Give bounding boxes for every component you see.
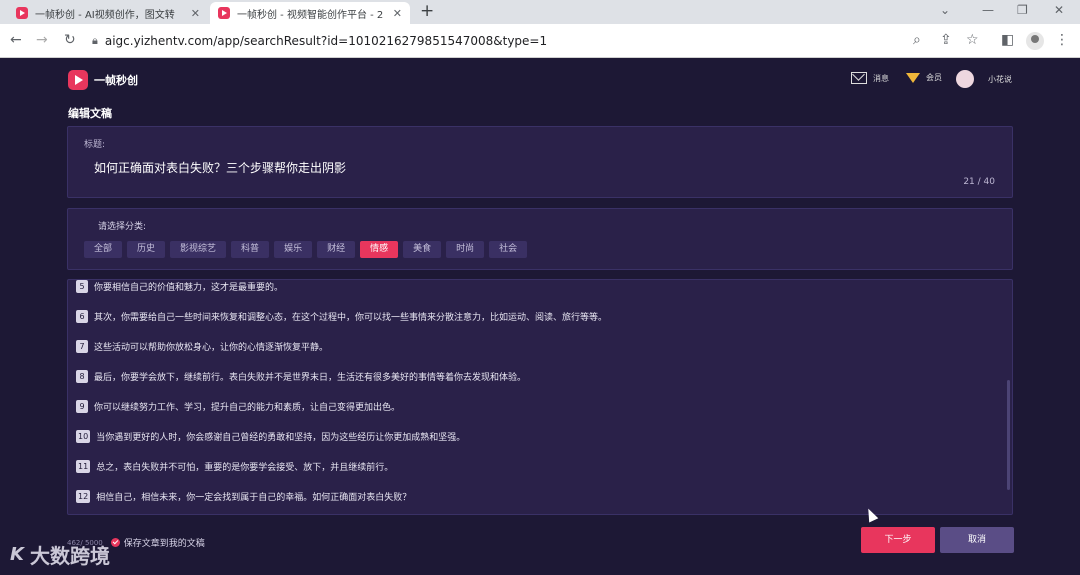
category-panel: 请选择分类: 全部 历史 影视综艺 科普 娱乐 财经 情感 美食 时尚 社会 [67, 208, 1013, 270]
script-line[interactable]: 7 这些活动可以帮助你放松身心，让你的心情逐渐恢复平静。 [76, 340, 328, 353]
vip-link[interactable]: 会员 [906, 72, 942, 83]
category-chip[interactable]: 财经 [317, 241, 356, 258]
category-chip[interactable]: 情感 [360, 241, 399, 258]
script-line[interactable]: 10 当你遇到更好的人时，你会感谢自己曾经的勇敢和坚持，因为这些经历让你更加成熟和… [76, 430, 465, 443]
menu-icon[interactable]: ⋮ [1055, 32, 1069, 48]
script-line[interactable]: 6 其次，你需要给自己一些时间来恢复和调整心态，在这个过程中，你可以找一些事情来分… [76, 310, 607, 323]
line-number: 5 [76, 280, 88, 293]
script-line[interactable]: 12 相信自己，相信未来，你一定会找到属于自己的幸福。如何正确面对表白失败？ [76, 490, 411, 503]
line-number: 9 [76, 400, 88, 413]
message-label: 消息 [873, 73, 889, 83]
title-input[interactable]: 如何正确面对表白失败？三个步骤帮你走出阴影 [94, 159, 346, 176]
user-avatar [956, 70, 974, 88]
line-number: 12 [76, 490, 91, 503]
diamond-icon [906, 72, 920, 83]
watermark: K 大数跨境 [10, 540, 110, 569]
address-bar[interactable]: 🔒︎ aigc.yizhentv.com/app/searchResult?id… [92, 29, 992, 53]
tab-search-icon[interactable]: ⌄ [940, 3, 950, 17]
tab-title: 一帧秒创 - 视频智能创作平台 - 2 [237, 9, 384, 21]
line-number: 6 [76, 310, 88, 323]
title-label: 标题: [84, 140, 106, 150]
new-tab-icon[interactable]: + [420, 1, 434, 21]
line-number: 11 [76, 460, 91, 473]
title-field[interactable]: 标题: 如何正确面对表白失败？三个步骤帮你走出阴影 21 / 40 [67, 126, 1013, 198]
browser-toolbar: ← → ↻ 🔒︎ aigc.yizhentv.com/app/searchRes… [0, 24, 1080, 58]
restore-icon[interactable]: ❐ [1017, 3, 1028, 17]
message-link[interactable]: 消息 [851, 72, 889, 84]
category-chip[interactable]: 历史 [127, 241, 166, 258]
back-icon[interactable]: ← [10, 32, 22, 48]
user-name: 小花说 [988, 74, 1012, 84]
line-text[interactable]: 这些活动可以帮助你放松身心，让你的心情逐渐恢复平静。 [94, 340, 328, 353]
script-editor[interactable]: 5 你要相信自己的价值和魅力，这才是最重要的。 6 其次，你需要给自己一些时间来恢复和… [67, 279, 1013, 515]
scrollbar[interactable] [1007, 380, 1010, 490]
page-title: 编辑文稿 [68, 107, 112, 120]
line-text[interactable]: 总之，表白失败并不可怕，重要的是你要学会接受、放下，并且继续前行。 [96, 460, 393, 473]
close-window-icon[interactable]: ✕ [1054, 3, 1064, 17]
brand-name: 一帧秒创 [94, 74, 138, 87]
category-chip[interactable]: 时尚 [446, 241, 485, 258]
save-to-drafts-label[interactable]: 保存文章到我的文稿 [124, 536, 205, 549]
brand-logo[interactable]: 一帧秒创 [68, 70, 138, 90]
close-tab-icon[interactable]: ✕ [393, 7, 402, 20]
site-favicon-icon [16, 7, 28, 19]
line-number: 8 [76, 370, 88, 383]
script-line[interactable]: 11 总之，表白失败并不可怕，重要的是你要学会接受、放下，并且继续前行。 [76, 460, 393, 473]
share-icon[interactable]: ⇪ [940, 32, 952, 48]
minimize-icon[interactable]: — [982, 3, 994, 17]
browser-tab-bar: 一帧秒创 - AI视频创作，图文转 ✕ 一帧秒创 - 视频智能创作平台 - 2 … [0, 0, 1080, 24]
user-menu[interactable]: 小花说 [956, 70, 1012, 88]
zoom-icon[interactable]: ⌕ [913, 32, 921, 48]
category-chip[interactable]: 美食 [403, 241, 442, 258]
reload-icon[interactable]: ↻ [64, 32, 76, 48]
line-text[interactable]: 你可以继续努力工作、学习，提升自己的能力和素质，让自己变得更加出色。 [94, 400, 400, 413]
watermark-text: 大数跨境 [29, 544, 110, 568]
line-text[interactable]: 最后，你要学会放下，继续前行。表白失败并不是世界末日，生活还有很多美好的事情等着… [94, 370, 526, 383]
script-line[interactable]: 5 你要相信自己的价值和魅力，这才是最重要的。 [76, 280, 283, 293]
next-step-button[interactable]: 下一步 [861, 527, 935, 553]
site-favicon-icon [218, 7, 230, 19]
line-number: 7 [76, 340, 88, 353]
side-panel-icon[interactable]: ◧ [1001, 32, 1014, 48]
browser-tab-2[interactable]: 一帧秒创 - 视频智能创作平台 - 2 ✕ [210, 2, 410, 24]
line-text[interactable]: 相信自己，相信未来，你一定会找到属于自己的幸福。如何正确面对表白失败？ [96, 490, 411, 503]
lock-icon: 🔒︎ [92, 34, 98, 47]
line-text[interactable]: 你要相信自己的价值和魅力，这才是最重要的。 [94, 280, 283, 293]
tab-title: 一帧秒创 - AI视频创作，图文转 [35, 9, 175, 21]
category-chip[interactable]: 影视综艺 [170, 241, 227, 258]
cancel-button[interactable]: 取消 [940, 527, 1014, 553]
vip-label: 会员 [926, 73, 942, 82]
logo-icon [68, 70, 88, 90]
line-text[interactable]: 其次，你需要给自己一些时间来恢复和调整心态，在这个过程中，你可以找一些事情来分散… [94, 310, 607, 323]
line-text[interactable]: 当你遇到更好的人时，你会感谢自己曾经的勇敢和坚持，因为这些经历让你更加成熟和坚强… [96, 430, 465, 443]
mail-icon [851, 72, 867, 84]
url-text: aigc.yizhentv.com/app/searchResult?id=10… [104, 34, 548, 48]
category-label: 请选择分类: [98, 222, 147, 232]
script-line[interactable]: 9 你可以继续努力工作、学习，提升自己的能力和素质，让自己变得更加出色。 [76, 400, 400, 413]
category-list: 全部 历史 影视综艺 科普 娱乐 财经 情感 美食 时尚 社会 [84, 241, 532, 258]
bookmark-star-icon[interactable]: ☆ [966, 32, 979, 48]
category-chip[interactable]: 全部 [84, 241, 123, 258]
profile-avatar-icon[interactable] [1026, 32, 1044, 50]
watermark-mark: K [10, 544, 24, 565]
category-chip[interactable]: 娱乐 [274, 241, 313, 258]
close-tab-icon[interactable]: ✕ [191, 7, 200, 20]
line-number: 10 [76, 430, 91, 443]
category-chip[interactable]: 社会 [489, 241, 528, 258]
category-chip[interactable]: 科普 [231, 241, 270, 258]
browser-tab-1[interactable]: 一帧秒创 - AI视频创作，图文转 ✕ [8, 2, 208, 24]
title-char-count: 21 / 40 [963, 177, 995, 187]
script-line[interactable]: 8 最后，你要学会放下，继续前行。表白失败并不是世界末日，生活还有很多美好的事情等… [76, 370, 526, 383]
app-page: 一帧秒创 消息 会员 小花说 编辑文稿 标题: 如何正确面对表白失败？三个步骤帮… [0, 58, 1080, 575]
save-checkbox-icon[interactable] [110, 538, 120, 547]
forward-icon[interactable]: → [36, 32, 48, 48]
